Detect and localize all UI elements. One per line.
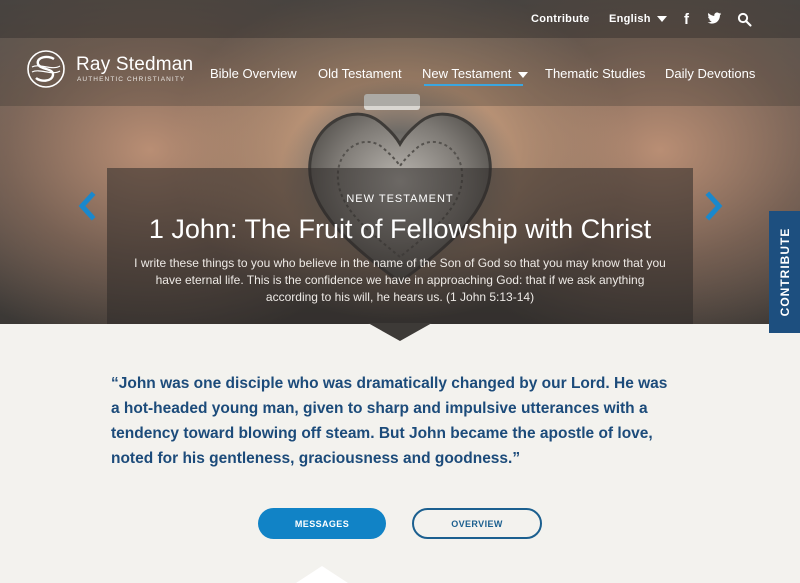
facebook-icon[interactable]: f (684, 11, 689, 28)
contribute-link[interactable]: Contribute (531, 13, 590, 25)
twitter-icon[interactable] (707, 12, 722, 25)
section-notch (296, 566, 348, 583)
ray-stedman-logo-icon[interactable] (26, 49, 66, 89)
search-icon[interactable] (737, 12, 752, 27)
hero-verse: I write these things to you who believe … (134, 256, 666, 304)
overview-button[interactable]: OVERVIEW (412, 508, 542, 539)
book-quote: “John was one disciple who was dramatica… (111, 375, 668, 467)
nav-new-testament[interactable]: New Testament (422, 66, 528, 81)
carousel-prev-arrow-icon[interactable] (76, 191, 98, 221)
nav-thematic-studies[interactable]: Thematic Studies (545, 66, 645, 81)
hero-kicker: NEW TESTAMENT (346, 193, 454, 205)
active-nav-indicator (424, 84, 523, 86)
chevron-down-icon (517, 71, 528, 78)
language-selector[interactable]: English (609, 13, 668, 25)
utility-bar (0, 0, 800, 38)
nav-bible-overview[interactable]: Bible Overview (210, 66, 297, 81)
chevron-down-icon (657, 16, 668, 23)
language-label: English (609, 13, 651, 25)
brand-name[interactable]: Ray Stedman (76, 54, 193, 76)
messages-button[interactable]: MESSAGES (258, 508, 386, 539)
nav-new-testament-label: New Testament (422, 66, 512, 81)
hero-notch (368, 323, 432, 341)
hero-title: 1 John: The Fruit of Fellowship with Chr… (148, 214, 652, 244)
contribute-side-tab-label: CONTRIBUTE (777, 227, 792, 317)
nav-old-testament[interactable]: Old Testament (318, 66, 402, 81)
brand-tagline: AUTHENTIC CHRISTIANITY (77, 76, 186, 83)
contribute-side-tab[interactable]: CONTRIBUTE (769, 211, 800, 333)
nav-daily-devotions[interactable]: Daily Devotions (665, 66, 755, 81)
carousel-next-arrow-icon[interactable] (703, 191, 725, 221)
